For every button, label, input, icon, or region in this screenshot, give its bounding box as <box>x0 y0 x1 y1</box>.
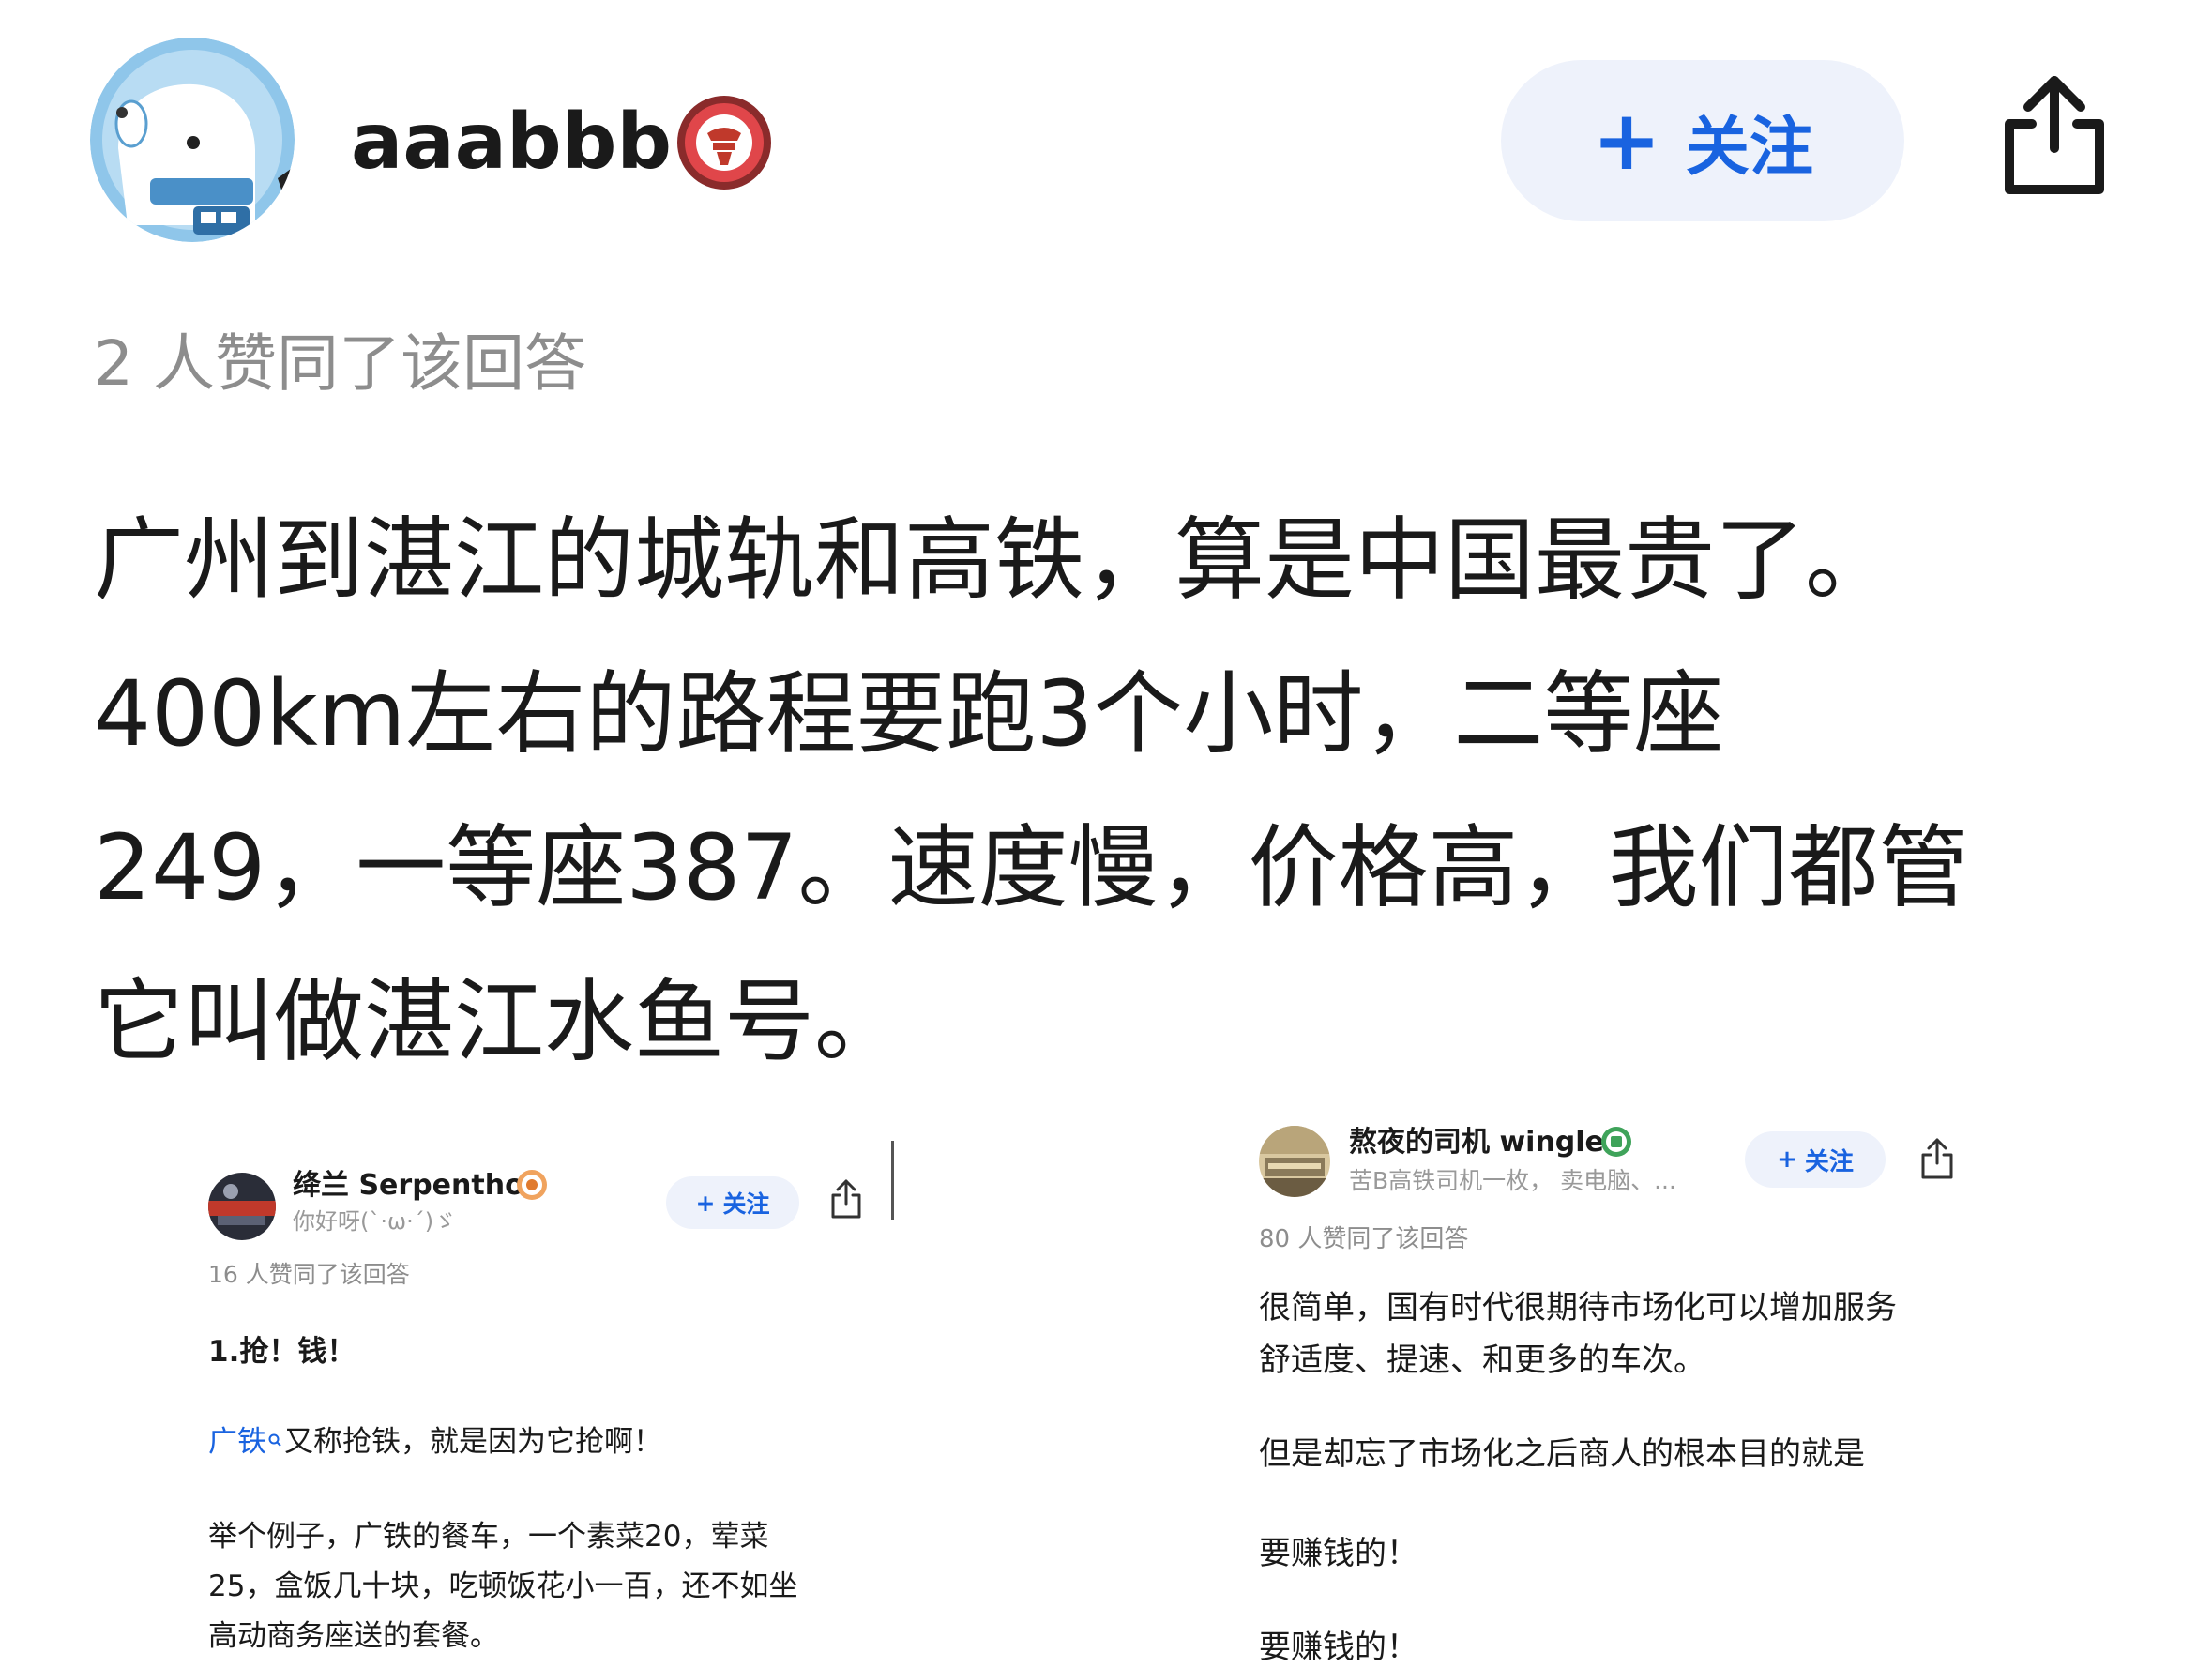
paragraph-text: 又称抢铁，就是因为它抢啊！ <box>284 1425 662 1459</box>
vote-count: 2 人赞同了该回答 <box>94 327 586 400</box>
left-post-follow-button[interactable]: + 关注 <box>666 1176 799 1229</box>
answer-line: 它叫做湛江水鱼号。 <box>94 969 904 1074</box>
verified-badge-icon <box>675 94 773 191</box>
user-avatar[interactable] <box>90 38 295 242</box>
right-post-paragraph: 但是却忘了市场化之后商人的根本目的就是 <box>1259 1435 1865 1473</box>
right-post-avatar[interactable] <box>1259 1126 1330 1197</box>
follow-button[interactable]: + 关注 <box>1501 60 1904 221</box>
right-post-subtitle: 苦B高铁司机一枚， 卖电脑、... <box>1349 1167 1676 1194</box>
paragraph-line: 高动商务座送的套餐。 <box>208 1619 499 1653</box>
badge-icon <box>1600 1126 1632 1158</box>
answer-line: 249，一等座387。速度慢，价格高，我们都管 <box>94 815 1969 920</box>
answer-line: 广州到湛江的城轨和高铁，算是中国最贵了。 <box>94 508 1895 613</box>
left-post-paragraph: 广铁 又称抢铁，就是因为它抢啊！ <box>208 1422 662 1462</box>
right-post-paragraph: 要赚钱的！ <box>1259 1535 1418 1572</box>
right-post-paragraph: 要赚钱的！ <box>1259 1629 1418 1666</box>
follow-button-label: 关注 <box>1685 110 1813 185</box>
right-post-username[interactable]: 熬夜的司机 wingle <box>1349 1124 1604 1161</box>
avatar-image <box>90 38 295 242</box>
badge-icon <box>516 1169 548 1201</box>
left-post-avatar[interactable] <box>208 1173 276 1240</box>
left-post-subtitle: 你好呀(`·ω·´)ゞ <box>293 1208 457 1235</box>
left-post-heading: 1.抢！钱！ <box>208 1335 356 1369</box>
paragraph-line: 举个例子，广铁的餐车，一个素菜20，荤菜 <box>208 1520 769 1554</box>
share-icon[interactable] <box>829 1178 863 1220</box>
paragraph-line: 舒适度、提速、和更多的车次。 <box>1259 1342 1705 1379</box>
plus-icon: + <box>1592 92 1661 189</box>
search-icon <box>267 1422 282 1447</box>
topic-link[interactable]: 广铁 <box>208 1425 266 1459</box>
answer-body: 广州到湛江的城轨和高铁，算是中国最贵了。 400km左右的路程要跑3个小时，二等… <box>94 483 2148 1099</box>
follow-button-label: 关注 <box>722 1190 770 1218</box>
divider <box>891 1141 894 1220</box>
paragraph-line: 很简单，国有时代很期待市场化可以增加服务 <box>1259 1289 1897 1327</box>
right-post-follow-button[interactable]: + 关注 <box>1745 1131 1886 1188</box>
right-post-vote-count: 80 人赞同了该回答 <box>1259 1225 1469 1253</box>
plus-icon: + <box>695 1189 716 1217</box>
follow-button-label: 关注 <box>1804 1147 1854 1176</box>
answer-line: 400km左右的路程要跑3个小时，二等座 <box>94 661 1724 766</box>
plus-icon: + <box>1777 1145 1797 1174</box>
username[interactable]: aaabbb <box>351 94 672 191</box>
paragraph-line: 25，盒饭几十块，吃顿饭花小一百，还不如坐 <box>208 1569 798 1603</box>
left-post-username[interactable]: 绛兰 Serpenthon <box>293 1167 544 1205</box>
right-post-paragraph: 很简单，国有时代很期待市场化可以增加服务 舒适度、提速、和更多的车次。 <box>1259 1281 1897 1387</box>
left-post-vote-count: 16 人赞同了该回答 <box>208 1261 410 1288</box>
share-icon[interactable] <box>1996 71 2113 199</box>
share-icon[interactable] <box>1919 1137 1955 1180</box>
left-post-paragraph: 举个例子，广铁的餐车，一个素菜20，荤菜 25，盒饭几十块，吃顿饭花小一百，还不… <box>208 1512 884 1661</box>
